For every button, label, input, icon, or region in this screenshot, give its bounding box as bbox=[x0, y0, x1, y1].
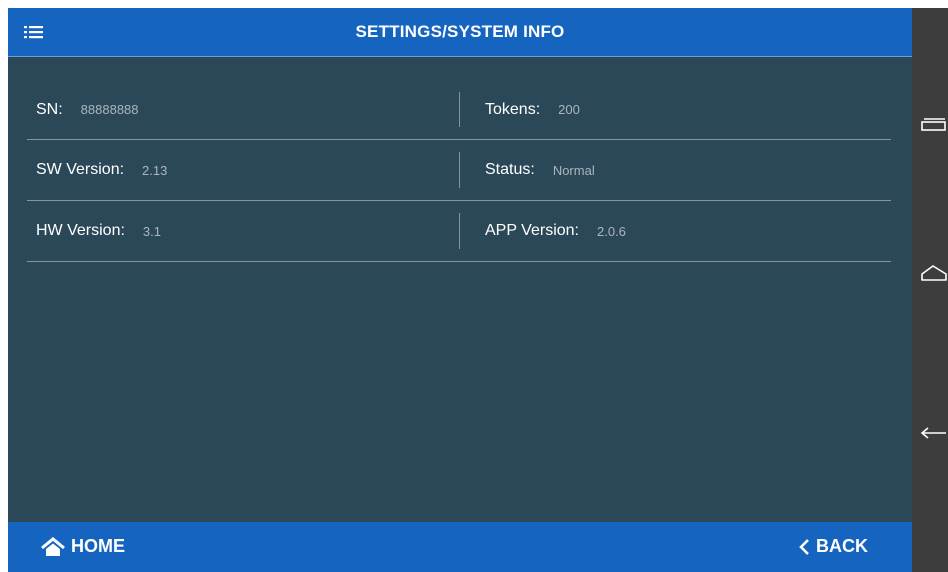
system-navigation-bar bbox=[912, 8, 948, 572]
home-nav-button[interactable] bbox=[918, 258, 948, 288]
hw-version-label: HW Version: bbox=[36, 222, 125, 239]
app-screen: SETTINGS/SYSTEM INFO SN: 88888888 Tokens… bbox=[8, 8, 912, 572]
home-nav-icon bbox=[921, 265, 947, 281]
tokens-field: Tokens: 200 bbox=[485, 80, 580, 139]
serial-number-value: 88888888 bbox=[80, 102, 139, 117]
system-info-grid: SN: 88888888 Tokens: 200 SW Version: 2.1… bbox=[27, 80, 891, 262]
recent-apps-button[interactable] bbox=[918, 110, 948, 140]
info-row-serial: SN: 88888888 Tokens: 200 bbox=[27, 80, 891, 140]
back-button[interactable]: BACK bbox=[798, 536, 868, 557]
home-icon bbox=[41, 536, 65, 556]
app-version-value: 2.0.6 bbox=[596, 223, 626, 239]
recent-apps-icon bbox=[921, 118, 946, 131]
column-divider bbox=[459, 92, 460, 127]
status-value: Normal bbox=[552, 162, 595, 178]
tokens-value: 200 bbox=[558, 102, 580, 117]
sw-version-field: SW Version: 2.13 bbox=[36, 140, 167, 200]
hw-version-field: HW Version: 3.1 bbox=[36, 201, 161, 261]
column-divider bbox=[459, 213, 460, 249]
serial-number-field: SN: 88888888 bbox=[36, 80, 139, 139]
tokens-label: Tokens: bbox=[485, 100, 541, 118]
back-nav-icon bbox=[920, 427, 946, 439]
status-field: Status: Normal bbox=[485, 140, 595, 200]
home-button-label: HOME bbox=[71, 536, 125, 556]
column-divider bbox=[459, 152, 460, 188]
info-row-sw-version: SW Version: 2.13 Status: Normal bbox=[27, 140, 891, 201]
app-version-field: APP Version: 2.0.6 bbox=[485, 201, 626, 261]
serial-number-label: SN: bbox=[36, 100, 63, 118]
sw-version-label: SW Version: bbox=[36, 161, 125, 178]
app-version-label: APP Version: bbox=[485, 222, 579, 239]
hw-version-value: 3.1 bbox=[142, 223, 161, 239]
page-title: SETTINGS/SYSTEM INFO bbox=[355, 22, 565, 41]
top-bar: SETTINGS/SYSTEM INFO bbox=[8, 8, 912, 57]
back-button-label: BACK bbox=[816, 536, 868, 556]
home-button[interactable]: HOME bbox=[41, 536, 125, 557]
info-row-hw-version: HW Version: 3.1 APP Version: 2.0.6 bbox=[27, 201, 891, 262]
sw-version-value: 2.13 bbox=[142, 162, 168, 178]
status-label: Status: bbox=[485, 161, 535, 178]
chevron-left-icon bbox=[799, 538, 809, 555]
back-nav-button[interactable] bbox=[918, 418, 948, 448]
bottom-bar: HOME BACK bbox=[8, 522, 912, 572]
